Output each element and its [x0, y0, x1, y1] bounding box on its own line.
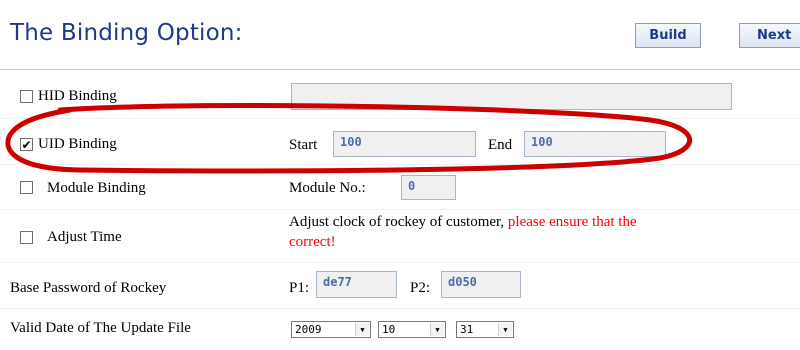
month-select[interactable]: 10 ▼ — [378, 321, 446, 338]
valid-date-label: Valid Date of The Update File — [10, 320, 191, 336]
adjust-time-checkbox[interactable] — [20, 231, 33, 244]
p1-field[interactable]: de77 — [316, 271, 397, 298]
adjust-time-label: Adjust Time — [47, 229, 122, 245]
p2-field[interactable]: d050 — [441, 271, 521, 298]
adjust-time-note: Adjust clock of rockey of customer, plea… — [289, 214, 800, 231]
chevron-down-icon: ▼ — [498, 323, 512, 336]
adjust-time-warning: please ensure that the — [507, 214, 637, 230]
chevron-down-icon: ▼ — [430, 323, 444, 336]
day-select[interactable]: 31 ▼ — [456, 321, 514, 338]
uid-end-field[interactable]: 100 — [524, 131, 666, 157]
module-no-field[interactable]: 0 — [401, 175, 456, 200]
base-password-label: Base Password of Rockey — [10, 280, 167, 296]
row-divider — [0, 308, 800, 309]
adjust-time-warning-cont: correct! — [289, 234, 336, 250]
uid-start-field[interactable]: 100 — [333, 131, 476, 157]
hid-binding-checkbox[interactable] — [20, 90, 33, 103]
check-mark-icon: ✔ — [21, 137, 32, 152]
uid-start-label: Start — [289, 137, 318, 153]
p1-label: P1: — [289, 280, 310, 296]
highlight-oval — [5, 102, 693, 174]
year-select[interactable]: 2009 ▼ — [291, 321, 371, 338]
module-binding-checkbox[interactable] — [20, 181, 33, 194]
uid-end-label: End — [488, 137, 513, 153]
p2-label: P2: — [410, 280, 431, 296]
row-divider — [0, 262, 800, 263]
hid-binding-field[interactable] — [291, 83, 732, 110]
module-no-label: Module No.: — [289, 180, 366, 196]
row-divider — [0, 118, 800, 119]
module-binding-label: Module Binding — [47, 180, 146, 196]
day-value: 31 — [460, 323, 474, 336]
hid-binding-label: HID Binding — [38, 88, 117, 104]
header-divider — [0, 69, 800, 70]
month-value: 10 — [382, 323, 396, 336]
chevron-down-icon: ▼ — [355, 323, 369, 336]
year-value: 2009 — [295, 323, 322, 336]
row-divider — [0, 164, 800, 165]
row-divider — [0, 209, 800, 210]
adjust-time-note-text: Adjust clock of rockey of customer, — [289, 214, 508, 230]
build-button[interactable]: Build — [635, 23, 701, 48]
uid-binding-checkbox[interactable]: ✔ — [20, 138, 33, 151]
next-button[interactable]: Next — [739, 23, 800, 48]
page-title: The Binding Option: — [10, 20, 243, 46]
uid-binding-label: UID Binding — [38, 136, 117, 152]
